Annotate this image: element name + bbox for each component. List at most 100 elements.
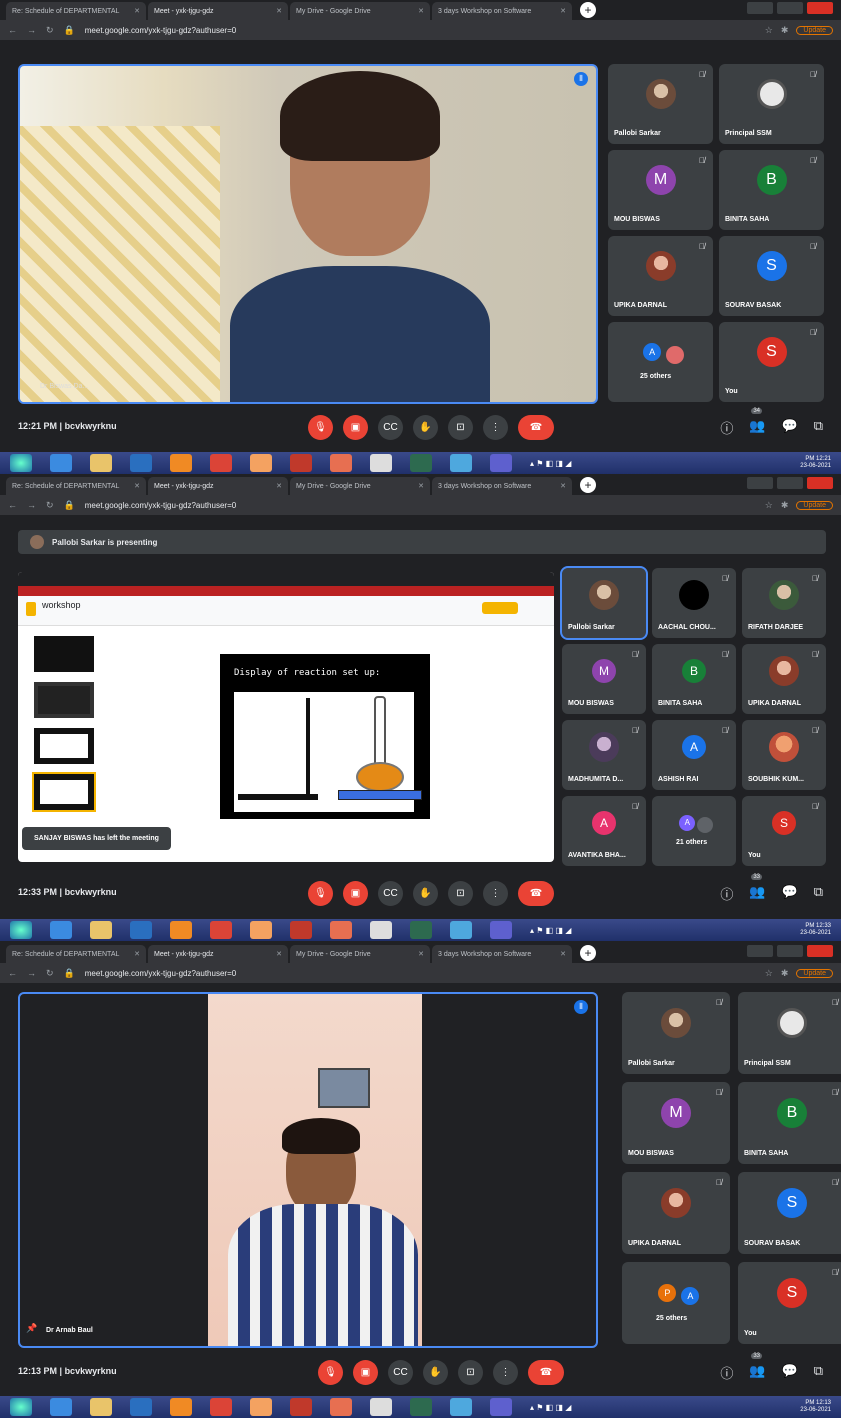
media-icon[interactable] — [130, 921, 152, 939]
close-icon[interactable]: ✕ — [276, 482, 282, 490]
info-icon[interactable]: ⓘ — [720, 418, 733, 437]
close-icon[interactable]: ✕ — [560, 7, 566, 15]
puzzle-icon[interactable]: ✱ — [781, 968, 789, 979]
tab-meet[interactable]: Meet - yxk-tjgu-gdz ✕ — [148, 477, 288, 495]
close-window-button[interactable] — [807, 477, 833, 489]
tab-gmail[interactable]: Re: Schedule of DEPARTMENTAL ✕ — [6, 945, 146, 963]
leave-call-button[interactable]: ☎ — [528, 1360, 564, 1385]
tab-drive[interactable]: My Drive - Google Drive ✕ — [290, 945, 430, 963]
self-tile[interactable]: 🎙̸ S You — [738, 1262, 841, 1344]
forward-icon[interactable]: → — [27, 500, 36, 510]
share-button[interactable] — [482, 602, 518, 614]
participant-tile[interactable]: 🎙̸ B BINITA SAHA — [719, 150, 824, 230]
chat-icon[interactable]: 💬 — [782, 418, 798, 437]
tab-gmail[interactable]: Re: Schedule of DEPARTMENTAL ✕ — [6, 477, 146, 495]
chat-icon[interactable]: 💬 — [782, 1363, 798, 1382]
star-icon[interactable]: ☆ — [765, 500, 773, 511]
camera-toggle-button[interactable]: ▣ — [343, 881, 368, 906]
leave-call-button[interactable]: ☎ — [518, 415, 554, 440]
star-icon[interactable]: ☆ — [765, 968, 773, 979]
update-button[interactable]: Update — [796, 25, 833, 35]
others-tile[interactable]: P A 25 others — [622, 1262, 730, 1344]
firefox-icon[interactable] — [170, 921, 192, 939]
participant-tile[interactable]: 🎙̸ S SOURAV BASAK — [738, 1172, 841, 1254]
app-icon[interactable] — [410, 454, 432, 472]
app-icon[interactable] — [370, 1398, 392, 1416]
firefox-icon[interactable] — [170, 454, 192, 472]
participant-tile[interactable]: 🎙̸ UPIKA DARNAL — [742, 644, 826, 714]
slide-thumbnail[interactable] — [32, 772, 96, 812]
puzzle-icon[interactable]: ✱ — [781, 500, 789, 511]
url-field[interactable]: meet.google.com/yxk-tjgu-gdz?authuser=0 — [85, 26, 755, 35]
reload-icon[interactable]: ↻ — [46, 25, 54, 36]
tab-gmail[interactable]: Re: Schedule of DEPARTMENTAL ✕ — [6, 2, 146, 20]
app-icon[interactable] — [410, 1398, 432, 1416]
self-tile[interactable]: 🎙̸ S You — [742, 796, 826, 866]
raise-hand-button[interactable]: ✋ — [413, 415, 438, 440]
app-icon[interactable] — [330, 1398, 352, 1416]
camera-toggle-button[interactable]: ▣ — [353, 1360, 378, 1385]
close-window-button[interactable] — [807, 945, 833, 957]
tab-drive[interactable]: My Drive - Google Drive ✕ — [290, 477, 430, 495]
captions-button[interactable]: CC — [378, 415, 403, 440]
start-button[interactable] — [10, 921, 32, 939]
slide-thumbnail[interactable] — [34, 682, 94, 718]
forward-icon[interactable]: → — [27, 968, 36, 978]
puzzle-icon[interactable]: ✱ — [781, 25, 789, 36]
minimize-button[interactable] — [747, 2, 773, 14]
raise-hand-button[interactable]: ✋ — [413, 881, 438, 906]
participant-tile[interactable]: 🎙̸ A ASHISH RAI — [652, 720, 736, 790]
self-tile[interactable]: 🎙̸ S You — [719, 322, 824, 402]
chrome-icon[interactable] — [210, 454, 232, 472]
tab-meet[interactable]: Meet - yxk-tjgu-gdz ✕ — [148, 2, 288, 20]
chat-icon[interactable]: 💬 — [782, 884, 798, 903]
app-icon[interactable] — [250, 921, 272, 939]
app-icon[interactable] — [250, 454, 272, 472]
forward-icon[interactable]: → — [27, 25, 36, 35]
close-icon[interactable]: ✕ — [276, 7, 282, 15]
participant-tile[interactable]: 🎙̸ UPIKA DARNAL — [608, 236, 713, 316]
tab-workshop[interactable]: 3 days Workshop on Software ✕ — [432, 945, 572, 963]
present-button[interactable]: ⊡ — [448, 415, 473, 440]
app-icon[interactable] — [450, 454, 472, 472]
maximize-button[interactable] — [777, 2, 803, 14]
close-icon[interactable]: ✕ — [418, 482, 424, 490]
more-options-button[interactable]: ⋮ — [483, 881, 508, 906]
pin-icon[interactable]: 📌 — [26, 1323, 37, 1334]
participant-tile[interactable]: 🎙̸ Principal SSM — [719, 64, 824, 144]
participant-tile[interactable]: 🎙̸ M MOU BISWAS — [608, 150, 713, 230]
update-button[interactable]: Update — [796, 968, 833, 978]
tab-workshop[interactable]: 3 days Workshop on Software ✕ — [432, 2, 572, 20]
participant-tile[interactable]: Pallobi Sarkar — [560, 566, 648, 640]
app-icon[interactable] — [330, 921, 352, 939]
explorer-icon[interactable] — [90, 1398, 112, 1416]
start-button[interactable] — [10, 1398, 32, 1416]
app-icon[interactable] — [370, 454, 392, 472]
new-tab-button[interactable]: + — [580, 2, 596, 18]
minimize-button[interactable] — [747, 477, 773, 489]
participant-tile[interactable]: 🎙̸ M MOU BISWAS — [562, 644, 646, 714]
media-icon[interactable] — [130, 1398, 152, 1416]
present-button[interactable]: ⊡ — [448, 881, 473, 906]
new-tab-button[interactable]: + — [580, 477, 596, 493]
more-options-button[interactable]: ⋮ — [493, 1360, 518, 1385]
app-icon[interactable] — [490, 454, 512, 472]
chrome-icon[interactable] — [210, 921, 232, 939]
app-icon[interactable] — [290, 921, 312, 939]
app-icon[interactable] — [290, 454, 312, 472]
maximize-button[interactable] — [777, 945, 803, 957]
firefox-icon[interactable] — [170, 1398, 192, 1416]
captions-button[interactable]: CC — [388, 1360, 413, 1385]
new-tab-button[interactable]: + — [580, 945, 596, 961]
back-icon[interactable]: ← — [8, 968, 17, 978]
ie-icon[interactable] — [50, 454, 72, 472]
app-icon[interactable] — [370, 921, 392, 939]
close-icon[interactable]: ✕ — [418, 7, 424, 15]
app-icon[interactable] — [450, 921, 472, 939]
tab-workshop[interactable]: 3 days Workshop on Software ✕ — [432, 477, 572, 495]
mic-toggle-button[interactable]: 🎙 — [308, 881, 333, 906]
more-options-button[interactable]: ⋮ — [483, 415, 508, 440]
close-window-button[interactable] — [807, 2, 833, 14]
star-icon[interactable]: ☆ — [765, 25, 773, 36]
slide-thumbnail[interactable] — [34, 636, 94, 672]
